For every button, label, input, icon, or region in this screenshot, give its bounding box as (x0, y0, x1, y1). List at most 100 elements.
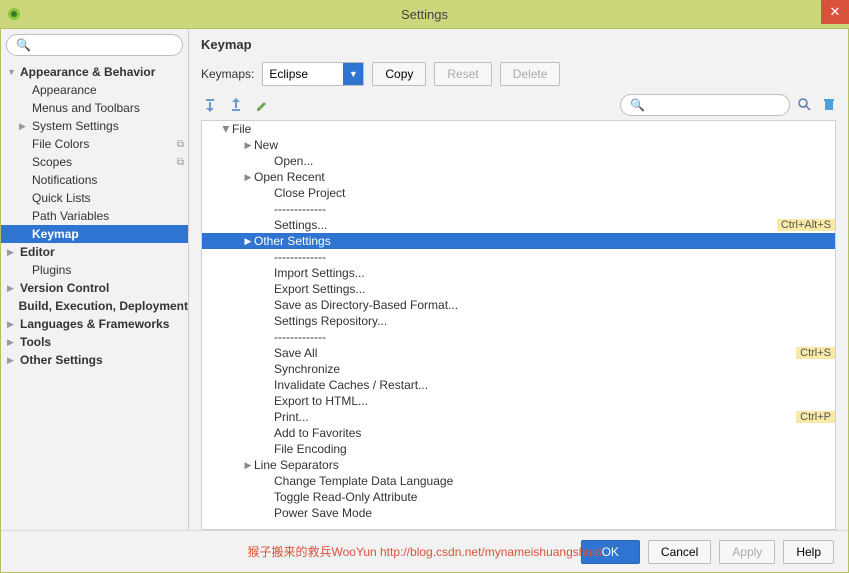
action-row[interactable]: ▶Open Recent (202, 169, 835, 185)
action-label: Close Project (274, 186, 835, 200)
action-row[interactable]: Close Project (202, 185, 835, 201)
arrow-icon: ▶ (242, 236, 254, 247)
action-search-input[interactable] (620, 94, 790, 116)
action-row[interactable]: ▶New (202, 137, 835, 153)
sidebar-item-label: Quick Lists (31, 191, 91, 205)
action-row[interactable]: Settings Repository... (202, 313, 835, 329)
action-row[interactable]: Settings...Ctrl+Alt+S (202, 217, 835, 233)
action-row[interactable]: Import Settings... (202, 265, 835, 281)
action-row[interactable]: Save as Directory-Based Format... (202, 297, 835, 313)
action-row[interactable]: Open... (202, 153, 835, 169)
action-row[interactable]: Change Template Data Language (202, 473, 835, 489)
delete-button[interactable]: Delete (500, 62, 561, 86)
page-title: Keymap (201, 37, 836, 52)
shortcut-badge: Ctrl+P (796, 411, 835, 423)
title-bar: Settings ✕ (0, 0, 849, 28)
action-label: File (232, 122, 835, 136)
reset-button[interactable]: Reset (434, 62, 491, 86)
arrow-icon: ▶ (242, 140, 254, 151)
action-row[interactable]: ------------- (202, 249, 835, 265)
sidebar-item-label: Path Variables (31, 209, 109, 223)
action-label: New (254, 138, 835, 152)
find-shortcut-icon[interactable] (796, 96, 812, 115)
copy-button[interactable]: Copy (372, 62, 426, 86)
action-row[interactable]: Save AllCtrl+S (202, 345, 835, 361)
keymaps-value[interactable] (263, 63, 343, 85)
sidebar-item[interactable]: Notifications (1, 171, 188, 189)
window-title: Settings (401, 7, 448, 22)
collapse-all-icon[interactable] (227, 96, 245, 114)
action-row[interactable]: Export to HTML... (202, 393, 835, 409)
shortcut-badge: Ctrl+S (796, 347, 835, 359)
action-row[interactable]: ▶Other Settings (202, 233, 835, 249)
sidebar-item[interactable]: Scopes⧉ (1, 153, 188, 171)
arrow-icon: ▶ (7, 247, 19, 258)
sidebar-item[interactable]: Build, Execution, Deployment (1, 297, 188, 315)
sidebar-item-label: Version Control (19, 281, 109, 295)
action-label: Import Settings... (274, 266, 835, 280)
action-row[interactable]: Power Save Mode (202, 505, 835, 521)
action-row[interactable]: Invalidate Caches / Restart... (202, 377, 835, 393)
sidebar-item-label: Appearance & Behavior (19, 65, 155, 79)
expand-all-icon[interactable] (201, 96, 219, 114)
action-row[interactable]: Add to Favorites (202, 425, 835, 441)
action-row[interactable]: Toggle Read-Only Attribute (202, 489, 835, 505)
arrow-icon: ▶ (221, 123, 232, 135)
action-row[interactable]: ▶Line Separators (202, 457, 835, 473)
sidebar-item[interactable]: ▶Editor (1, 243, 188, 261)
action-row[interactable]: Print...Ctrl+P (202, 409, 835, 425)
action-label: Invalidate Caches / Restart... (274, 378, 835, 392)
sidebar-search-input[interactable] (6, 34, 183, 56)
sidebar-item[interactable]: Menus and Toolbars (1, 99, 188, 117)
sidebar-item[interactable]: ▶Languages & Frameworks (1, 315, 188, 333)
apply-button[interactable]: Apply (719, 540, 775, 564)
sidebar-item[interactable]: ▼Appearance & Behavior (1, 63, 188, 81)
arrow-icon: ▶ (7, 283, 19, 294)
cancel-button[interactable]: Cancel (648, 540, 711, 564)
clear-icon[interactable] (822, 97, 836, 114)
sidebar: 🔍 ▼Appearance & BehaviorAppearanceMenus … (1, 29, 189, 530)
project-scope-icon: ⧉ (177, 157, 184, 168)
action-list[interactable]: ▶File▶NewOpen...▶Open RecentClose Projec… (201, 120, 836, 530)
action-label: Export Settings... (274, 282, 835, 296)
sidebar-item[interactable]: Plugins (1, 261, 188, 279)
help-button[interactable]: Help (783, 540, 834, 564)
action-label: Other Settings (254, 234, 835, 248)
sidebar-item[interactable]: Appearance (1, 81, 188, 99)
sidebar-item[interactable]: Quick Lists (1, 189, 188, 207)
sidebar-item[interactable]: ▶System Settings (1, 117, 188, 135)
action-label: Print... (274, 410, 796, 424)
sidebar-item[interactable]: ▶Version Control (1, 279, 188, 297)
action-row[interactable]: ▶File (202, 121, 835, 137)
keymaps-label: Keymaps: (201, 67, 254, 81)
action-row[interactable]: Synchronize (202, 361, 835, 377)
project-scope-icon: ⧉ (177, 139, 184, 150)
action-row[interactable]: ------------- (202, 329, 835, 345)
footer: 猴子搬来的救兵WooYun http://blog.csdn.net/mynam… (1, 530, 848, 572)
action-row[interactable]: ------------- (202, 201, 835, 217)
sidebar-item-label: Notifications (31, 173, 97, 187)
arrow-icon: ▶ (7, 319, 19, 330)
action-label: Open Recent (254, 170, 835, 184)
arrow-icon: ▶ (19, 121, 31, 132)
sidebar-item[interactable]: Keymap (1, 225, 188, 243)
sidebar-item[interactable]: File Colors ⧉ (1, 135, 188, 153)
sidebar-item[interactable]: ▶Tools (1, 333, 188, 351)
arrow-icon: ▶ (7, 355, 19, 366)
chevron-down-icon[interactable]: ▼ (343, 63, 363, 85)
close-button[interactable]: ✕ (821, 0, 849, 24)
sidebar-item-label: Tools (19, 335, 51, 349)
sidebar-item[interactable]: Path Variables (1, 207, 188, 225)
action-row[interactable]: File Encoding (202, 441, 835, 457)
sidebar-tree[interactable]: ▼Appearance & BehaviorAppearanceMenus an… (1, 61, 188, 530)
action-row[interactable]: Export Settings... (202, 281, 835, 297)
shortcut-badge: Ctrl+Alt+S (777, 219, 835, 231)
action-label: Synchronize (274, 362, 835, 376)
sidebar-item[interactable]: ▶Other Settings (1, 351, 188, 369)
sidebar-item-label: Build, Execution, Deployment (18, 299, 188, 313)
keymaps-combo[interactable]: ▼ (262, 62, 364, 86)
action-label: Save All (274, 346, 796, 360)
action-label: Save as Directory-Based Format... (274, 298, 835, 312)
edit-icon[interactable] (253, 96, 271, 114)
sidebar-item-label: File Colors (31, 137, 89, 151)
